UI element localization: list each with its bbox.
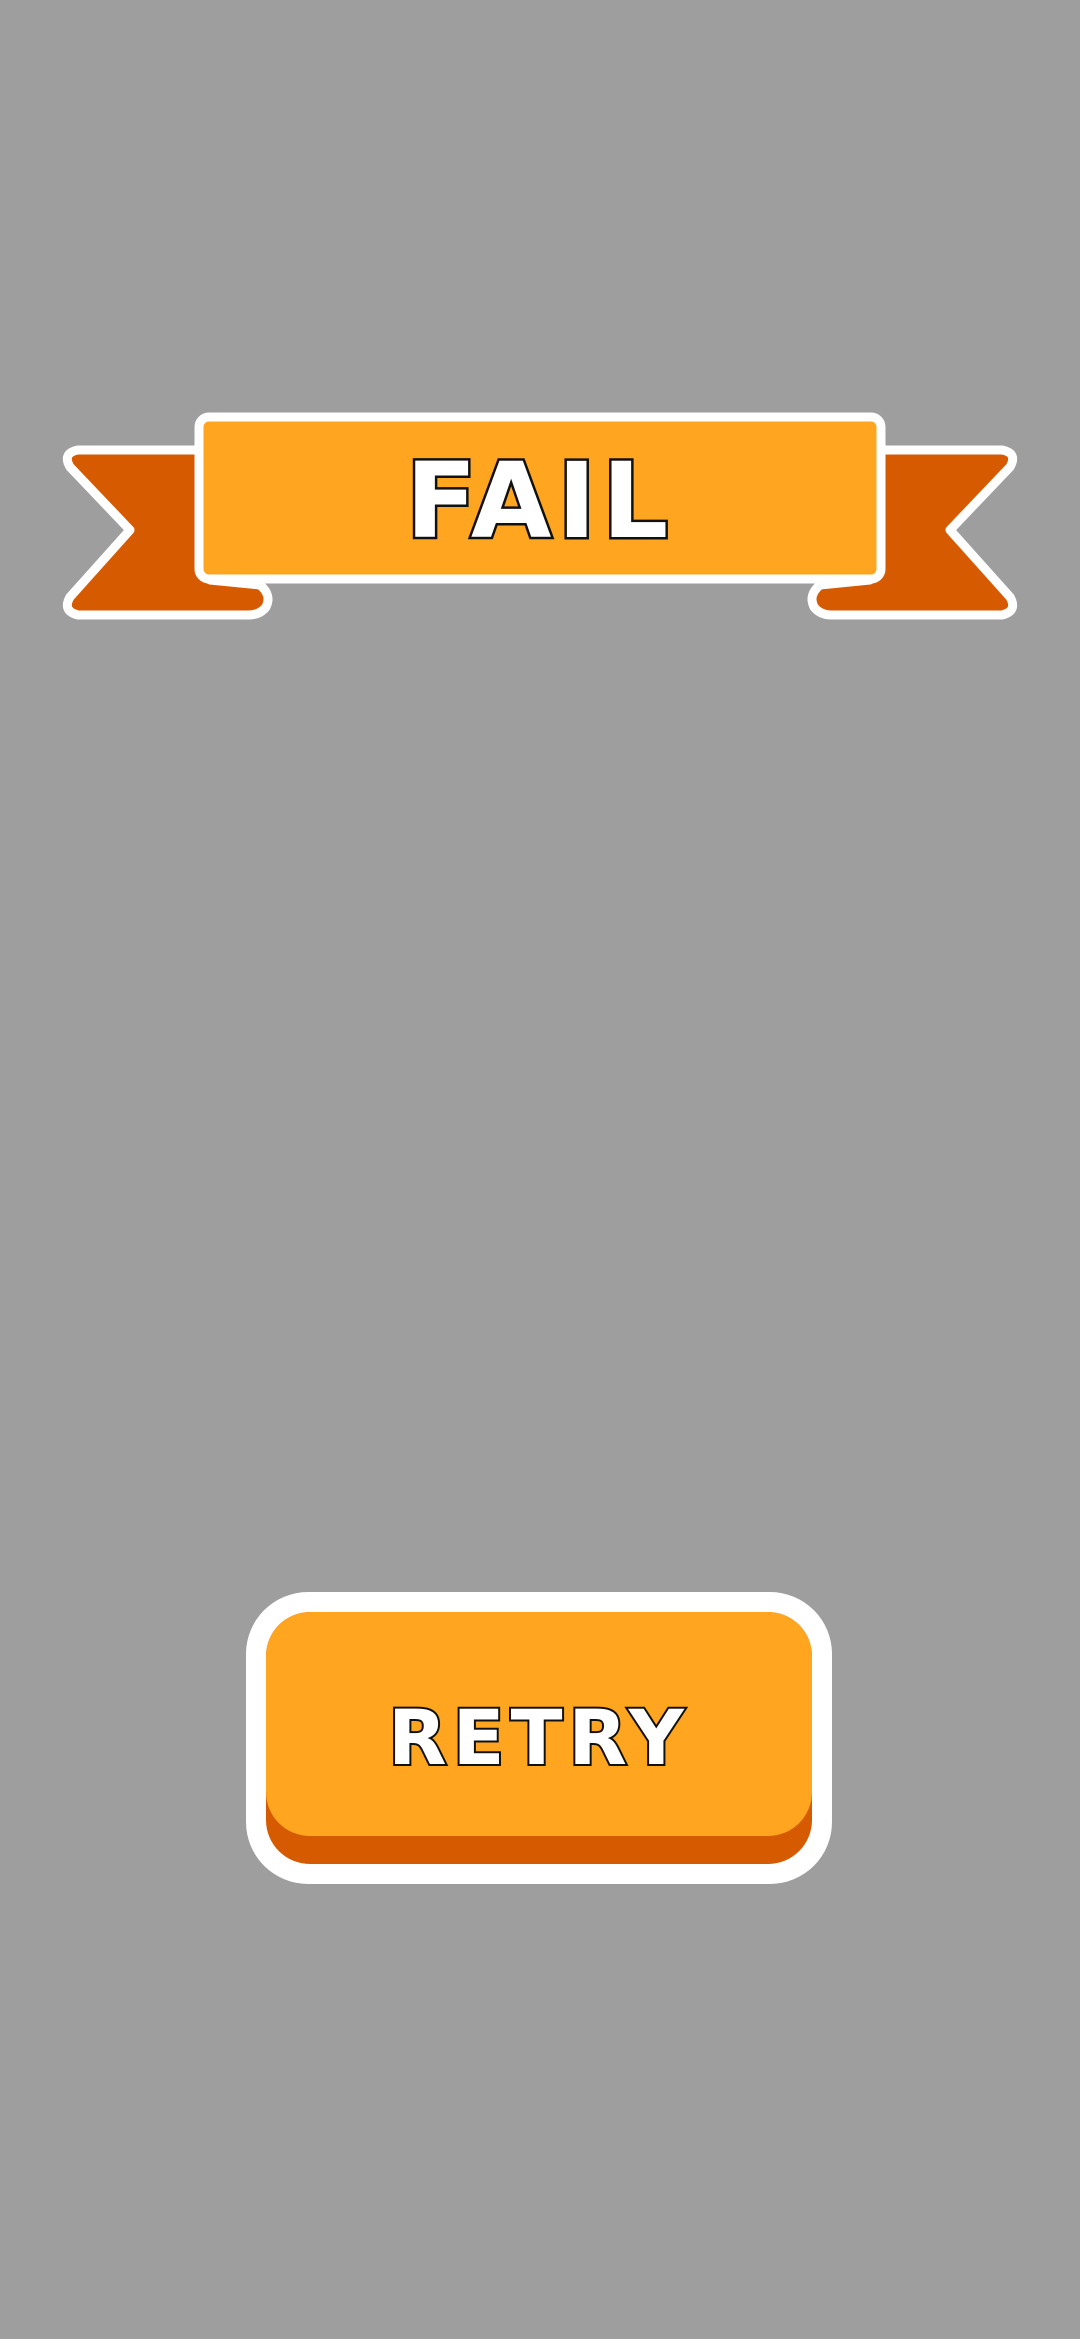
retry-button[interactable]: RETRY	[246, 1592, 832, 1884]
retry-button-base: RETRY	[266, 1612, 812, 1864]
fail-banner: FAIL	[60, 405, 1020, 630]
fail-title: FAIL	[403, 438, 675, 565]
fail-screen: FAIL RETRY	[0, 0, 1080, 2339]
retry-button-label: RETRY	[386, 1691, 690, 1784]
